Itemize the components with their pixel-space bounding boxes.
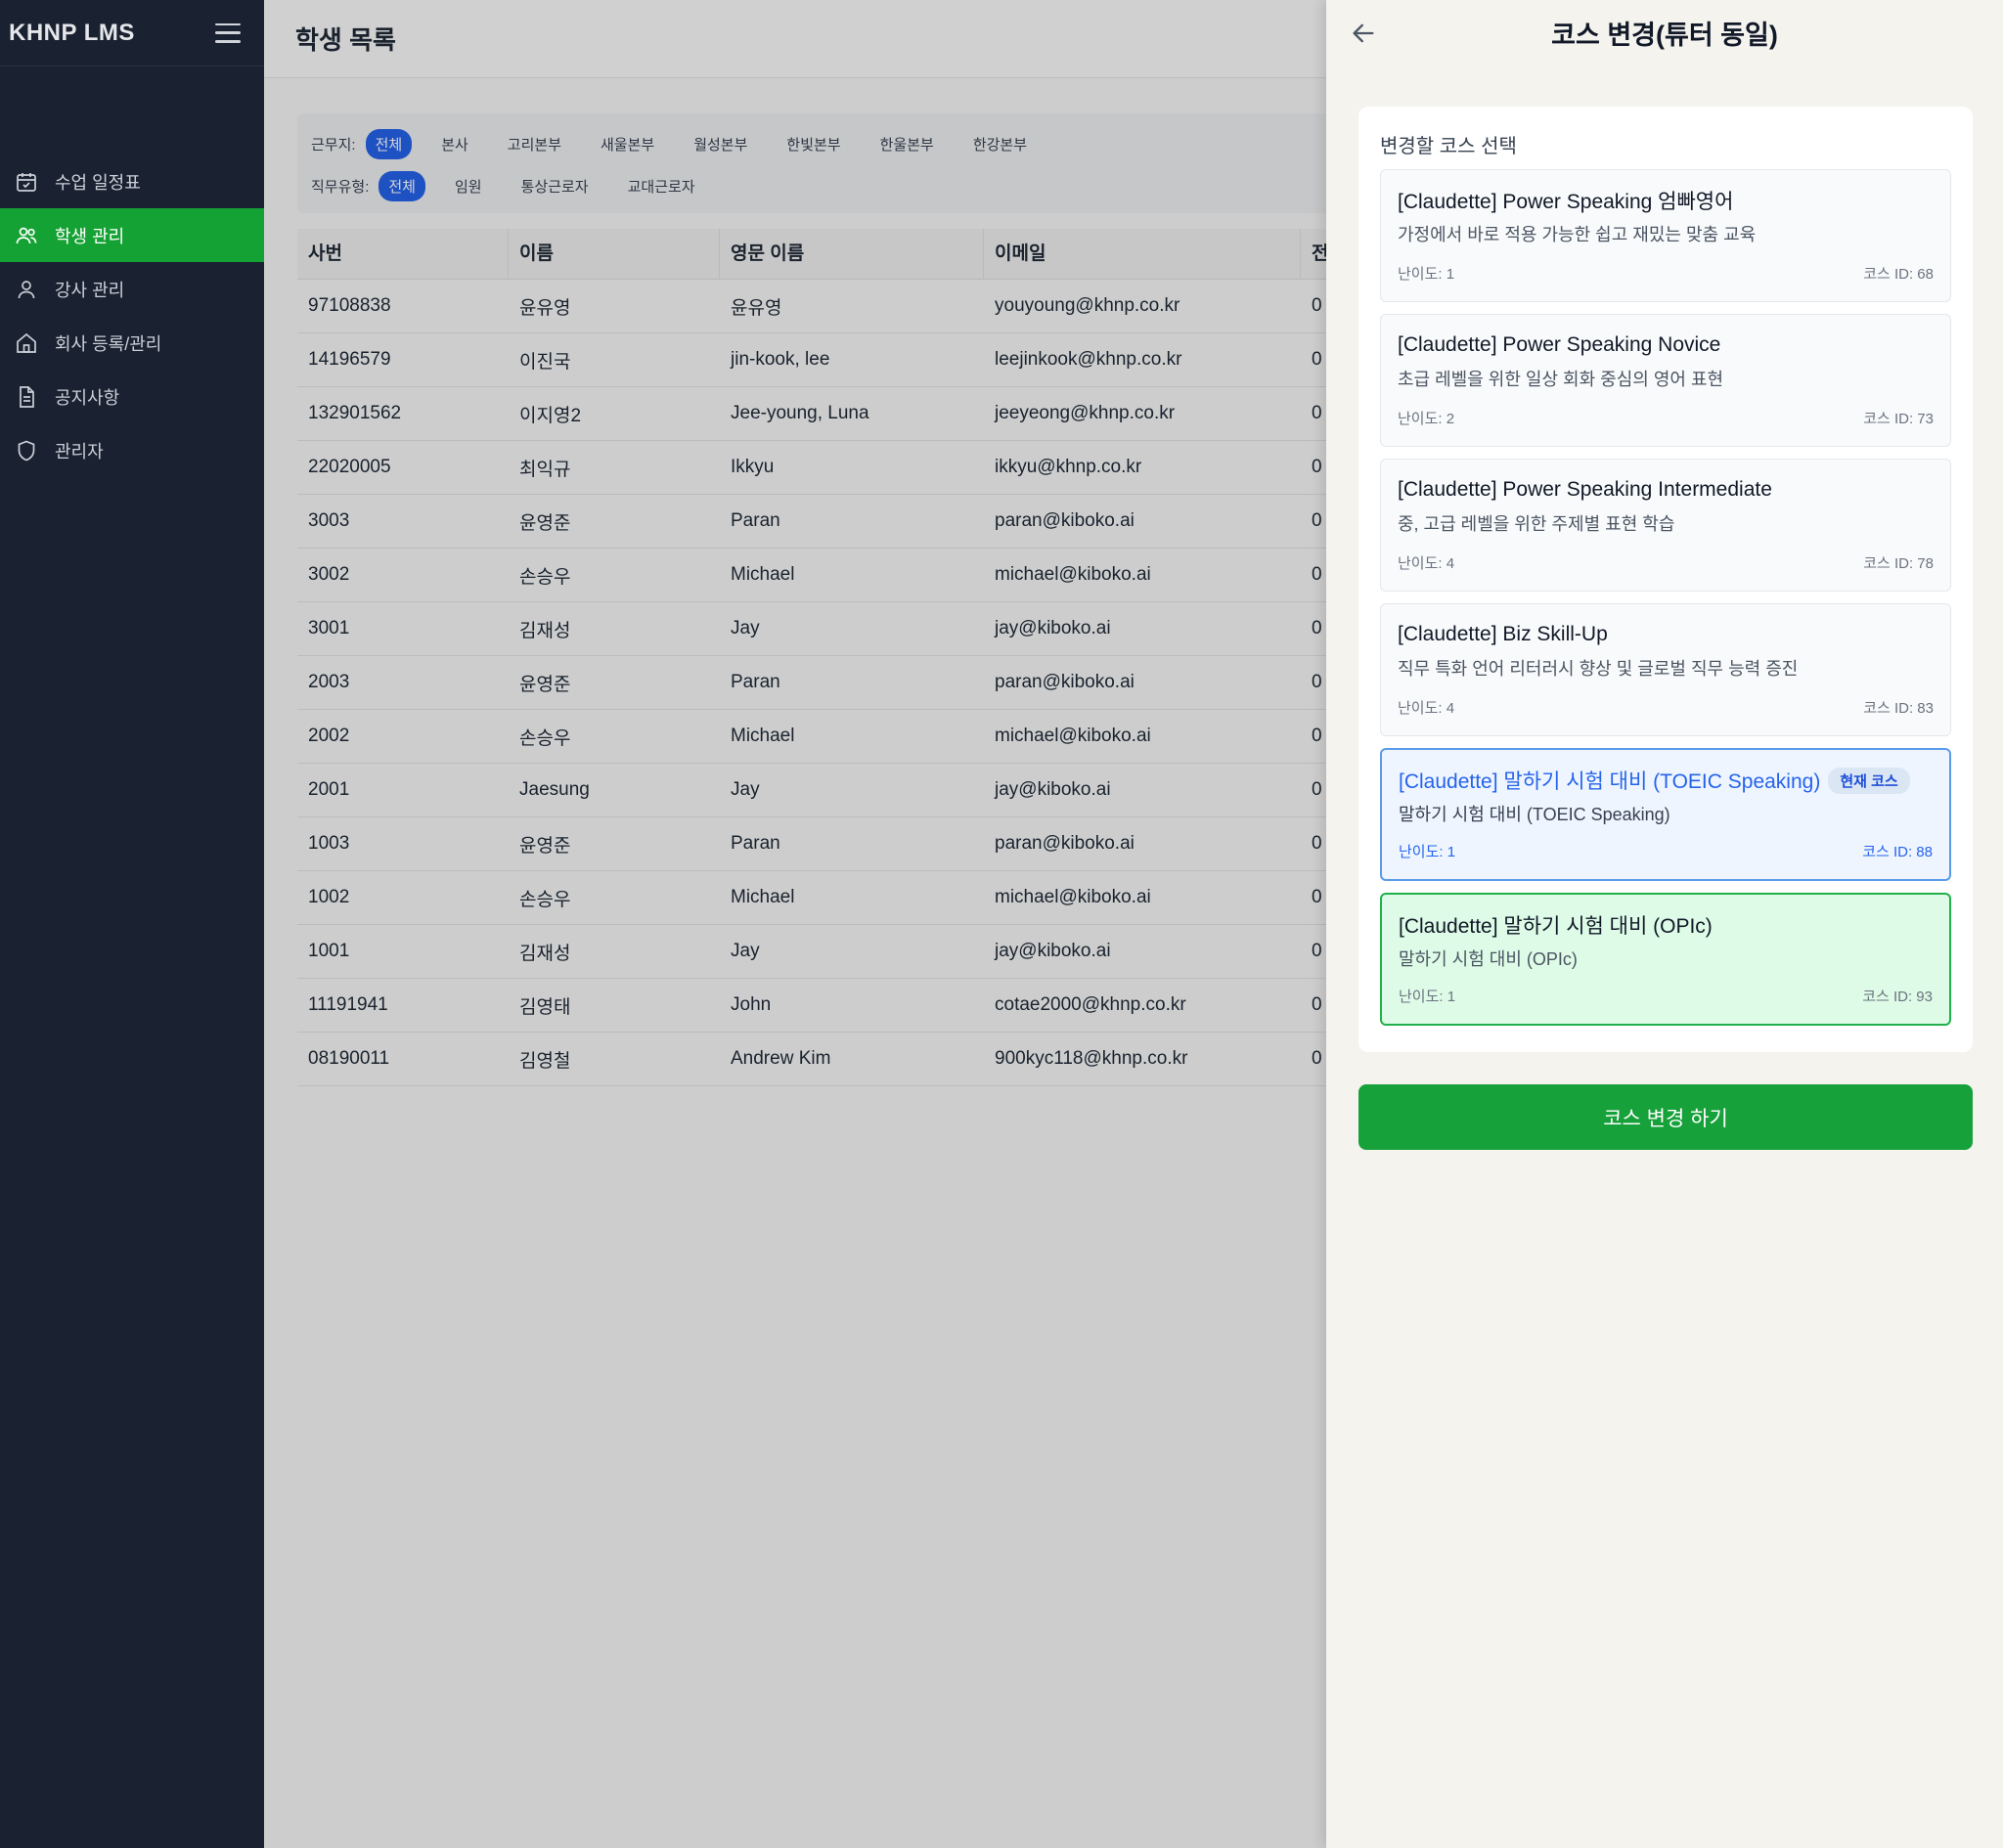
panel-header: 코스 변경(튜터 동일) — [1326, 0, 2003, 65]
sidebar-item-label: 회사 등록/관리 — [55, 333, 162, 354]
sidebar-item-admin[interactable]: 관리자 — [0, 423, 264, 477]
course-id: 코스 ID: 73 — [1863, 411, 1934, 427]
app-logo: KHNP LMS — [9, 19, 135, 46]
course-level: 난이도: 1 — [1399, 989, 1456, 1005]
course-level: 난이도: 4 — [1398, 700, 1455, 717]
course-name-text: [Claudette] Power Speaking Novice — [1398, 333, 1721, 356]
shield-icon — [14, 438, 39, 463]
course-name: [Claudette] 말하기 시험 대비 (TOEIC Speaking) 현재… — [1399, 766, 1933, 795]
sidebar-item-label: 공지사항 — [55, 387, 120, 408]
sidebar-item-label: 관리자 — [55, 441, 104, 462]
course-meta: 난이도: 1 코스 ID: 68 — [1398, 263, 1934, 284]
course-name: [Claudette] Power Speaking Novice — [1398, 330, 1934, 360]
course-option[interactable]: [Claudette] Biz Skill-Up 직무 특화 언어 리터러시 향상… — [1380, 603, 1951, 736]
sidebar-header: KHNP LMS — [0, 0, 264, 66]
document-icon — [14, 384, 39, 410]
course-id: 코스 ID: 93 — [1862, 989, 1933, 1005]
user-icon — [14, 277, 39, 302]
sidebar-nav: 수업 일정표 학생 관리 강사 관리 회사 등록/관리 공지사항 관리자 — [0, 154, 264, 477]
course-selection-title: 변경할 코스 선택 — [1380, 136, 1517, 157]
course-meta: 난이도: 1 코스 ID: 93 — [1399, 986, 1933, 1006]
course-meta: 난이도: 4 코스 ID: 83 — [1398, 697, 1934, 718]
course-option[interactable]: [Claudette] 말하기 시험 대비 (TOEIC Speaking) 현재… — [1380, 748, 1951, 881]
course-id: 코스 ID: 83 — [1863, 700, 1934, 717]
course-description: 말하기 시험 대비 (OPIc) — [1399, 949, 1578, 969]
course-name-text: [Claudette] Biz Skill-Up — [1398, 623, 1608, 645]
course-name: [Claudette] Biz Skill-Up — [1398, 620, 1934, 649]
back-arrow-icon[interactable] — [1350, 20, 1377, 47]
course-meta: 난이도: 4 코스 ID: 78 — [1398, 552, 1934, 573]
course-description: 초급 레벨을 위한 일상 회화 중심의 영어 표현 — [1398, 370, 1724, 389]
calendar-icon — [14, 169, 39, 195]
hamburger-menu-icon[interactable] — [215, 22, 241, 43]
course-option[interactable]: [Claudette] Power Speaking 엄빠영어가정에서 바로 적… — [1380, 169, 1951, 302]
course-meta: 난이도: 2 코스 ID: 73 — [1398, 408, 1934, 428]
sidebar-item-students[interactable]: 학생 관리 — [0, 208, 264, 262]
course-meta: 난이도: 1 코스 ID: 88 — [1399, 841, 1933, 861]
panel-title: 코스 변경(튜터 동일) — [1551, 20, 1778, 50]
home-icon — [14, 330, 39, 356]
users-icon — [14, 223, 39, 248]
course-change-panel: 코스 변경(튜터 동일) 변경할 코스 선택 [Claudette] Power… — [1326, 0, 2003, 1848]
course-id: 코스 ID: 88 — [1862, 844, 1933, 860]
current-course-badge: 현재 코스 — [1828, 767, 1910, 794]
sidebar-item-label: 수업 일정표 — [55, 172, 141, 193]
course-selection-card: 변경할 코스 선택 [Claudette] Power Speaking 엄빠영… — [1358, 107, 1973, 1052]
course-option[interactable]: [Claudette] 말하기 시험 대비 (OPIc) 말하기 시험 대비 (O… — [1380, 893, 1951, 1026]
course-id: 코스 ID: 68 — [1863, 266, 1934, 283]
sidebar-item-label: 강사 관리 — [55, 280, 125, 300]
course-description: 가정에서 바로 적용 가능한 쉽고 재밌는 맞춤 교육 — [1398, 225, 1757, 244]
course-name-text: [Claudette] Power Speaking 엄빠영어 — [1398, 191, 1734, 213]
sidebar-item-schedule[interactable]: 수업 일정표 — [0, 154, 264, 208]
course-option[interactable]: [Claudette] Power Speaking Intermediate 중… — [1380, 459, 1951, 592]
sidebar-item-companies[interactable]: 회사 등록/관리 — [0, 316, 264, 370]
course-description: 중, 고급 레벨을 위한 주제별 표현 학습 — [1398, 514, 1675, 534]
change-course-button[interactable]: 코스 변경 하기 — [1358, 1084, 1973, 1150]
sidebar-item-label: 학생 관리 — [55, 226, 125, 246]
course-name: [Claudette] Power Speaking Intermediate — [1398, 475, 1934, 505]
sidebar-item-instructors[interactable]: 강사 관리 — [0, 262, 264, 316]
course-name-text: [Claudette] 말하기 시험 대비 (TOEIC Speaking) — [1399, 770, 1821, 793]
sidebar: KHNP LMS 수업 일정표 학생 관리 강사 관리 회사 등록/관리 공지사… — [0, 0, 264, 1848]
course-description: 말하기 시험 대비 (TOEIC Speaking) — [1399, 805, 1670, 824]
course-list: [Claudette] Power Speaking 엄빠영어가정에서 바로 적… — [1380, 169, 1951, 1026]
course-name-text: [Claudette] 말하기 시험 대비 (OPIc) — [1399, 915, 1713, 938]
sidebar-item-notices[interactable]: 공지사항 — [0, 370, 264, 423]
course-description: 직무 특화 언어 리터러시 향상 및 글로벌 직무 능력 증진 — [1398, 659, 1799, 679]
course-level: 난이도: 1 — [1398, 266, 1455, 283]
course-name: [Claudette] Power Speaking 엄빠영어 — [1398, 186, 1934, 215]
course-level: 난이도: 4 — [1398, 555, 1455, 572]
course-name-text: [Claudette] Power Speaking Intermediate — [1398, 478, 1772, 501]
course-id: 코스 ID: 78 — [1863, 555, 1934, 572]
course-option[interactable]: [Claudette] Power Speaking Novice 초급 레벨을 … — [1380, 314, 1951, 447]
course-level: 난이도: 1 — [1399, 844, 1456, 860]
course-level: 난이도: 2 — [1398, 411, 1455, 427]
course-name: [Claudette] 말하기 시험 대비 (OPIc) — [1399, 910, 1933, 940]
